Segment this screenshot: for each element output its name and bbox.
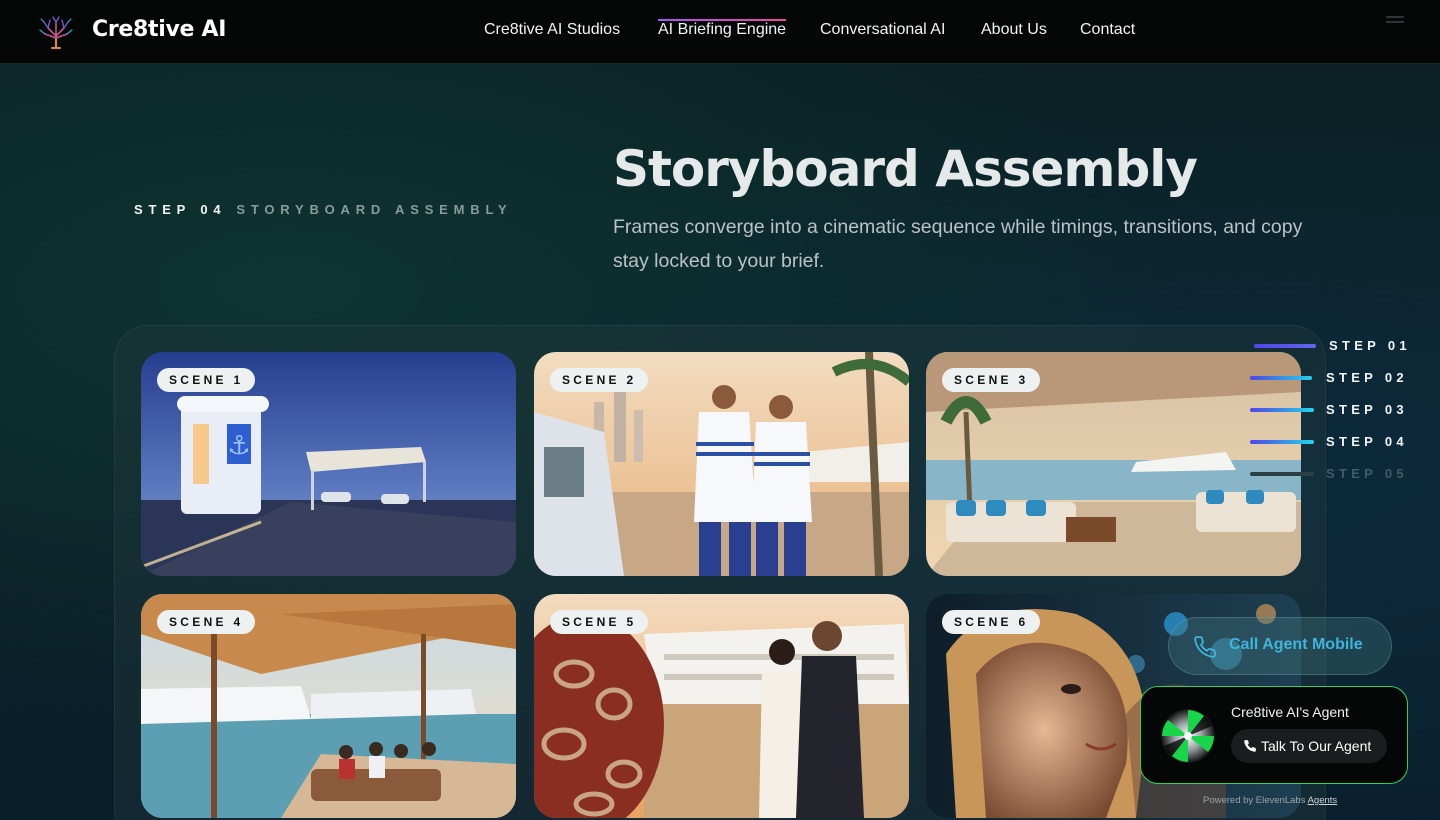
section-title: Storyboard Assembly	[613, 140, 1198, 198]
scene-card-1[interactable]: ⚓ SCENE 1	[141, 352, 516, 576]
nav-item-conversational-ai[interactable]: Conversational AI	[820, 21, 945, 39]
rail-step-05[interactable]: STEP 05	[1250, 466, 1412, 482]
nav-item-studios[interactable]: Cre8tive AI Studios	[484, 21, 620, 39]
scene-badge: SCENE 3	[942, 368, 1041, 392]
scene-badge: SCENE 6	[942, 610, 1041, 634]
nav-item-contact[interactable]: Contact	[1080, 21, 1135, 39]
powered-by-text: Powered by ElevenLabs Agents	[1203, 795, 1337, 806]
rail-label: STEP 05	[1326, 466, 1408, 481]
talk-to-agent-label: Talk To Our Agent	[1261, 738, 1372, 754]
rail-label: STEP 03	[1326, 402, 1408, 417]
nav-item-about-us[interactable]: About Us	[981, 21, 1047, 39]
step-name: STORYBOARD ASSEMBLY	[236, 202, 513, 217]
step-number: STEP 04	[134, 202, 227, 217]
call-agent-mobile-button[interactable]: Call Agent Mobile	[1168, 617, 1392, 675]
scene-card-3[interactable]: SCENE 3	[926, 352, 1301, 576]
rail-bar	[1250, 472, 1314, 476]
svg-text:⚓: ⚓	[227, 431, 250, 461]
rail-bar	[1250, 408, 1314, 412]
rail-step-03[interactable]: STEP 03	[1250, 402, 1412, 418]
rail-label: STEP 02	[1326, 370, 1408, 385]
phone-icon	[1244, 740, 1256, 752]
main-nav: Cre8tive AI Studios AI Briefing Engine C…	[0, 0, 1440, 64]
rail-bar	[1250, 440, 1314, 444]
phone-icon	[1194, 636, 1216, 658]
scene-card-2[interactable]: SCENE 2	[534, 352, 909, 576]
scene-card-5[interactable]: SCENE 5	[534, 594, 909, 818]
scene-badge: SCENE 4	[157, 610, 256, 634]
hamburger-menu-icon[interactable]	[1386, 16, 1404, 30]
section-description: Frames converge into a cinematic sequenc…	[613, 216, 1303, 272]
rail-step-01[interactable]: STEP 01	[1252, 338, 1412, 354]
call-agent-mobile-label: Call Agent Mobile	[1229, 636, 1363, 653]
powered-by-prefix: Powered by ElevenLabs	[1203, 795, 1306, 806]
rail-bar	[1250, 376, 1312, 380]
talk-to-agent-button[interactable]: Talk To Our Agent	[1231, 729, 1387, 763]
scene-badge: SCENE 2	[550, 368, 649, 392]
scene-card-4[interactable]: SCENE 4	[141, 594, 516, 818]
powered-by-agents-link[interactable]: Agents	[1308, 795, 1338, 806]
agent-orb-avatar	[1161, 709, 1215, 763]
top-navbar: Cre8tive AI Cre8tive AI Studios AI Brief…	[0, 0, 1440, 64]
scene-badge: SCENE 1	[157, 368, 256, 392]
scene-badge: SCENE 5	[550, 610, 649, 634]
rail-label: STEP 01	[1329, 338, 1411, 353]
rail-step-04[interactable]: STEP 04	[1250, 434, 1412, 450]
rail-bar	[1254, 344, 1316, 348]
rail-step-02[interactable]: STEP 02	[1248, 370, 1412, 386]
nav-item-briefing-engine[interactable]: AI Briefing Engine	[658, 19, 787, 39]
step-eyebrow: STEP 04 STORYBOARD ASSEMBLY	[134, 202, 513, 217]
agent-widget-card: Cre8tive AI's Agent Talk To Our Agent	[1140, 686, 1408, 784]
agent-name: Cre8tive AI's Agent	[1231, 704, 1349, 720]
rail-label: STEP 04	[1326, 434, 1408, 449]
